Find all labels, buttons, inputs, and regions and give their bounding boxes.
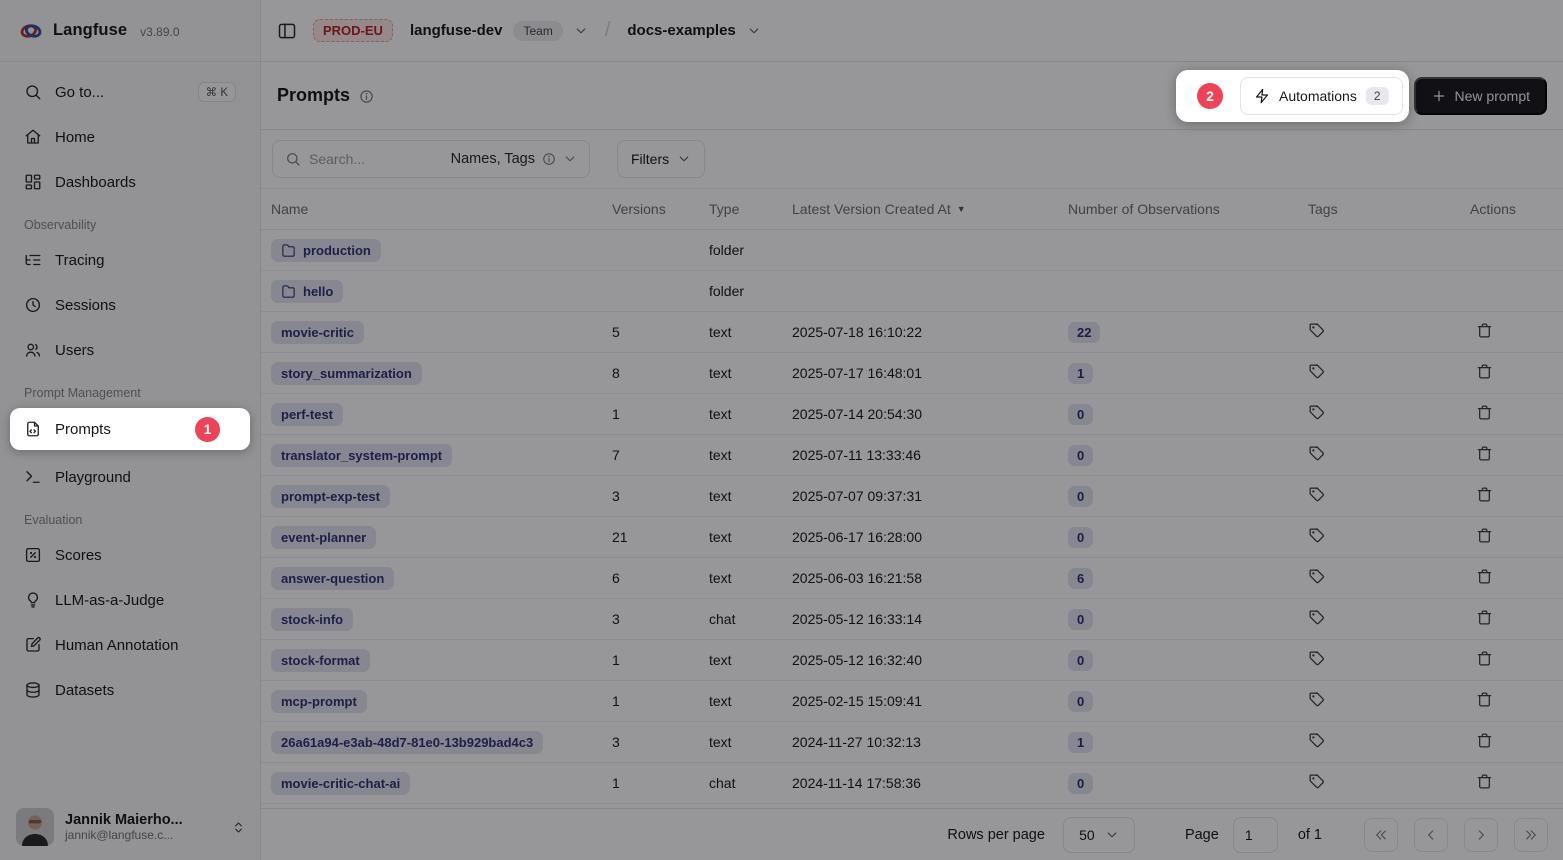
automations-label: Automations (1279, 88, 1357, 104)
zap-icon (1254, 88, 1270, 104)
sidebar-item-label: Prompts (55, 421, 111, 438)
automations-count-badge: 2 (1366, 87, 1389, 105)
sidebar-item-prompts[interactable]: Prompts 1 (10, 408, 250, 450)
tour-step-1-badge: 1 (195, 417, 220, 442)
automations-button[interactable]: Automations 2 (1240, 77, 1403, 115)
tour-step-2-badge: 2 (1197, 83, 1223, 109)
automations-spotlight: 2 Automations 2 (1176, 70, 1409, 122)
prompts-icon (24, 420, 42, 438)
